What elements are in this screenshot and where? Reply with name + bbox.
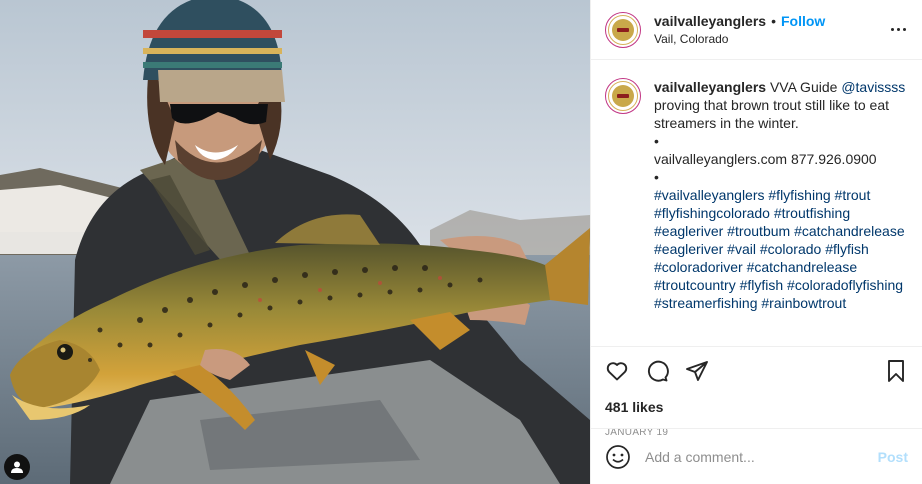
more-horizontal-icon[interactable] <box>886 28 910 31</box>
emoji-icon[interactable] <box>605 444 631 470</box>
caption-bullet: • <box>654 133 659 149</box>
share-icon[interactable] <box>685 359 709 383</box>
logo-badge-icon <box>612 85 634 107</box>
post-header: vailvalleyanglers • Follow Vail, Colorad… <box>591 0 922 60</box>
post-button[interactable]: Post <box>878 449 908 465</box>
caption-text: vailvalleyanglers VVA Guide @tavissss pr… <box>654 78 908 346</box>
heart-icon[interactable] <box>605 359 629 383</box>
caption-avatar[interactable] <box>605 78 641 114</box>
post-side-panel: vailvalleyanglers • Follow Vail, Colorad… <box>590 0 922 484</box>
hashtags[interactable]: #vailvalleyanglers #flyfishing #trout #f… <box>654 186 908 312</box>
mention-link[interactable]: @tavissss <box>841 79 905 95</box>
post-location[interactable]: Vail, Colorado <box>654 32 886 46</box>
post-username[interactable]: vailvalleyanglers <box>654 13 766 29</box>
caption-body: proving that brown trout still like to e… <box>654 97 890 131</box>
comment-icon[interactable] <box>645 359 669 383</box>
user-tag-icon[interactable] <box>4 454 30 480</box>
follow-button[interactable]: Follow <box>781 13 825 29</box>
comment-input[interactable] <box>645 448 878 465</box>
actions-section: 481 likes JANUARY 19 <box>591 346 922 438</box>
caption-username[interactable]: vailvalleyanglers <box>654 79 766 95</box>
separator-dot: • <box>771 13 776 29</box>
add-comment-bar: Post <box>591 428 922 484</box>
caption-area: vailvalleyanglers VVA Guide @tavissss pr… <box>591 60 922 346</box>
caption-intro: VVA Guide <box>769 79 842 95</box>
angler-holding-brown-trout-image <box>0 0 590 484</box>
bookmark-icon[interactable] <box>884 359 908 383</box>
logo-badge-icon <box>612 18 634 41</box>
caption-contact: vailvalleyanglers.com 877.926.0900 <box>654 151 877 167</box>
post-photo[interactable] <box>0 0 590 484</box>
caption-bullet: • <box>654 169 659 185</box>
avatar[interactable] <box>605 11 641 48</box>
likes-count[interactable]: 481 likes <box>605 399 908 415</box>
